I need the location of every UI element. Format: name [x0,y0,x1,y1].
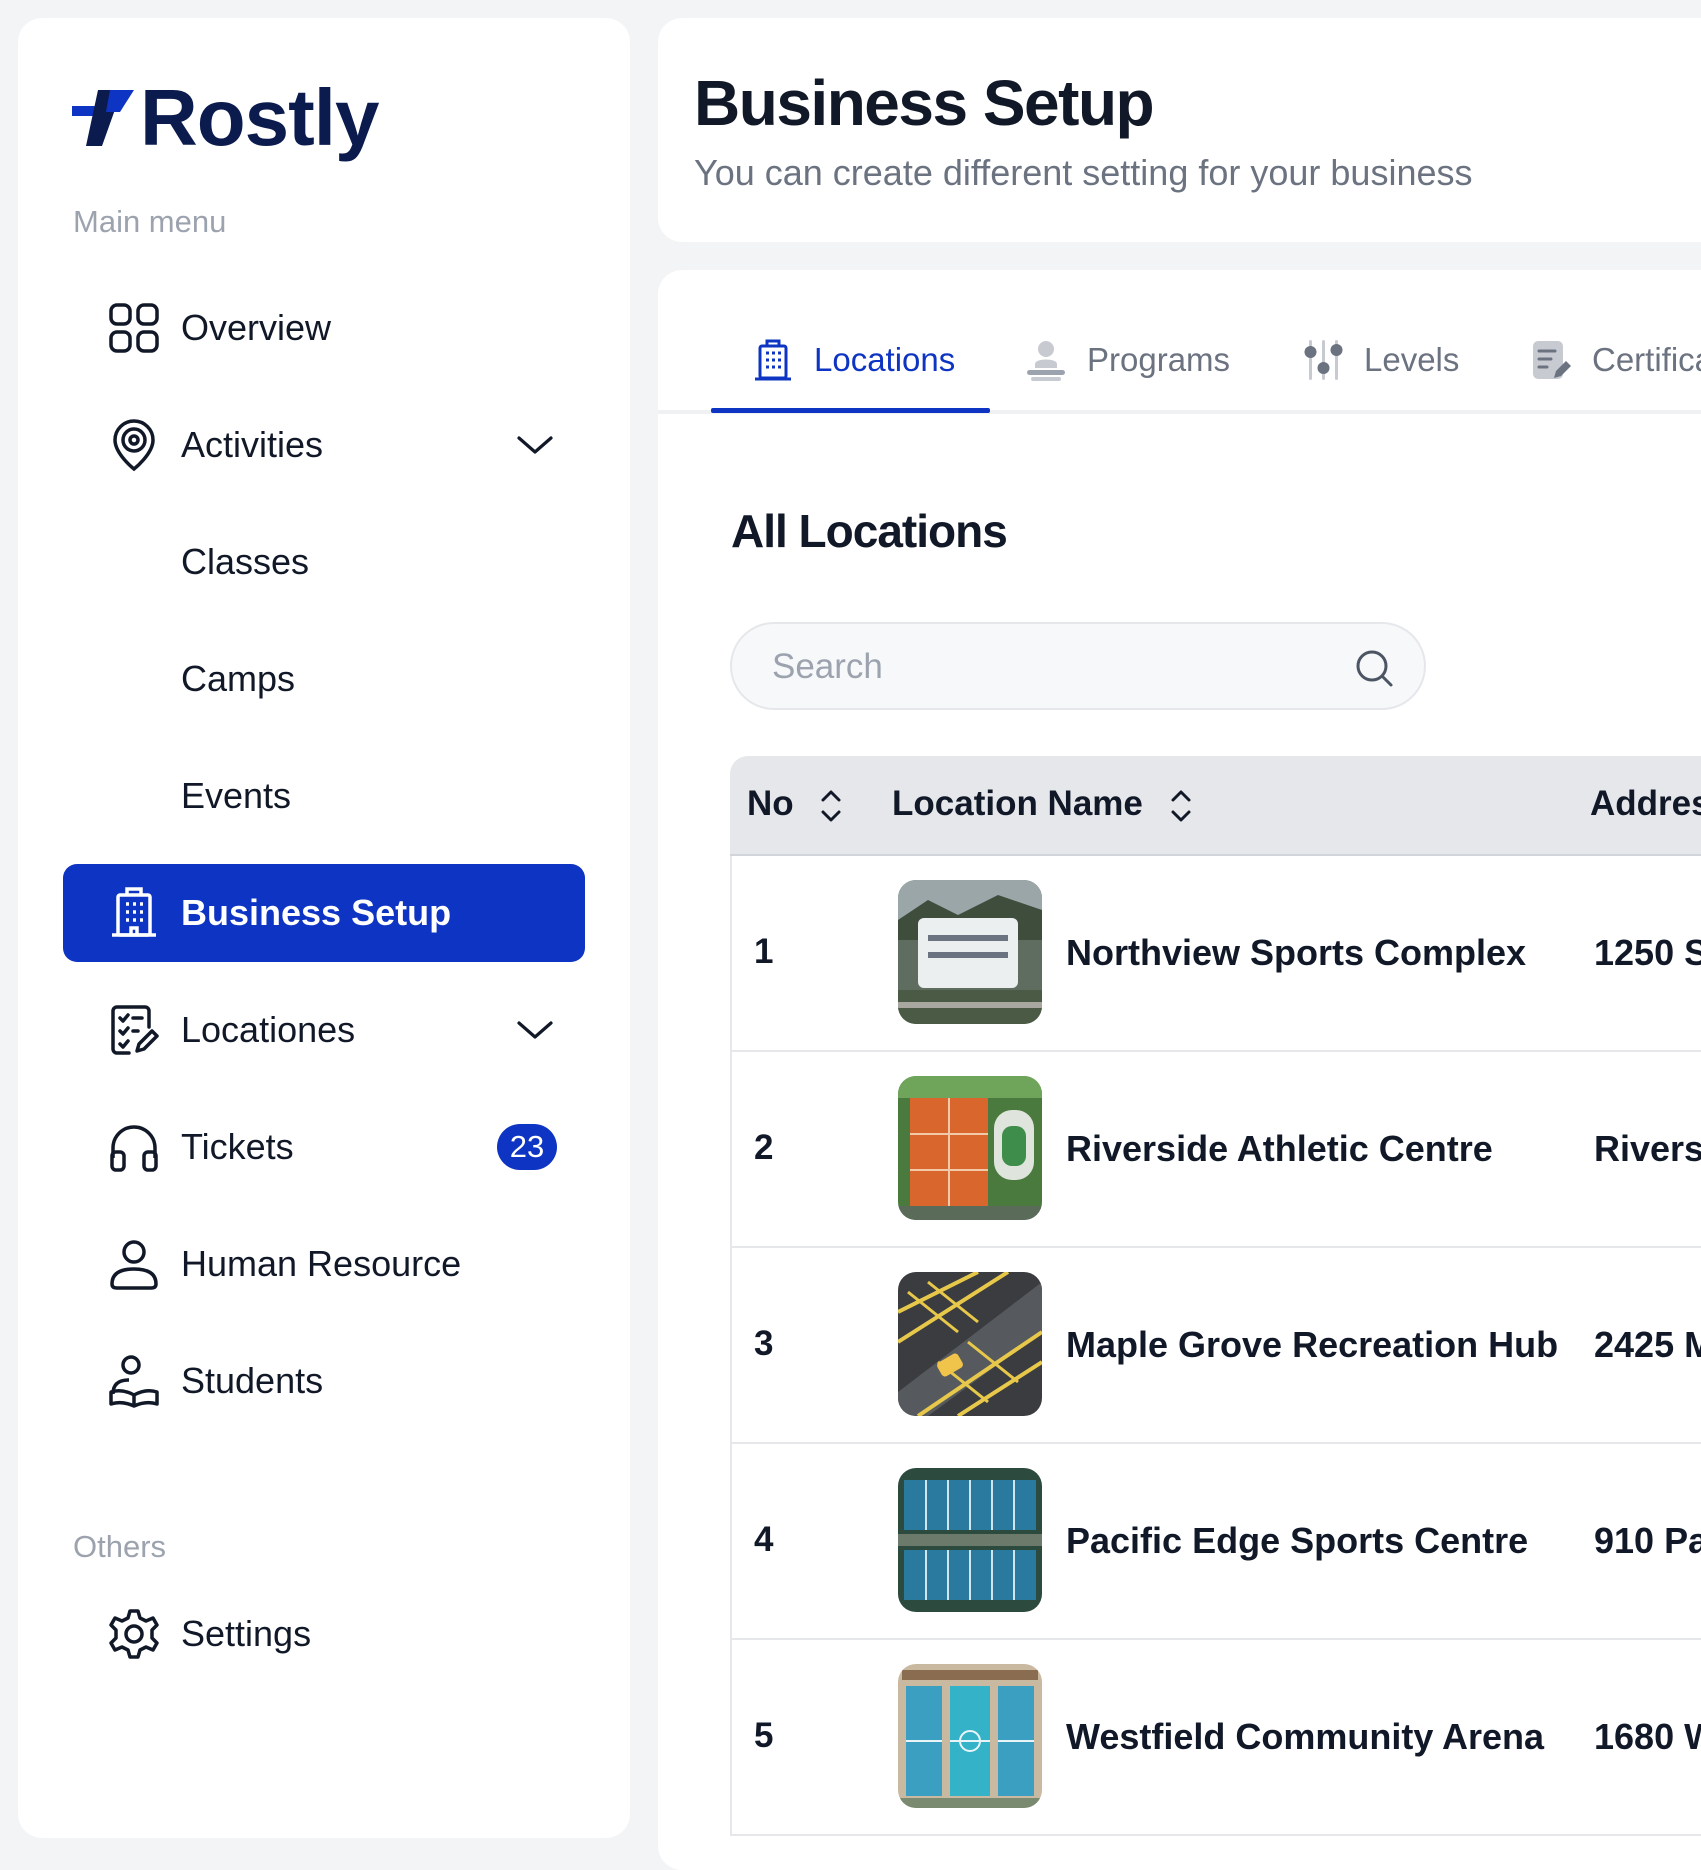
sidebar-item-tickets[interactable]: Tickets 23 [63,1098,585,1196]
column-header-no[interactable]: No [747,784,794,824]
search-box [730,622,1426,710]
target-pin-icon [113,419,155,472]
sidebar-item-overview[interactable]: Overview [63,279,585,377]
programs-icon [1027,341,1065,381]
column-header-address[interactable]: Address [1590,784,1701,824]
section-title: All Locations [731,505,1008,557]
levels-icon [1304,340,1343,380]
page-subtitle: You can create different setting for you… [694,152,1473,193]
sidebar: Rostly Main menu Overview Activities Cla… [18,18,630,1838]
tab-label: Programs [1087,341,1231,378]
tab-label: Locations [814,341,956,378]
certificate-icon [1533,341,1571,379]
sidebar-item-human-resource[interactable]: Human Resource [63,1215,585,1313]
sort-icon[interactable] [1166,786,1196,826]
sidebar-item-students[interactable]: Students [63,1332,585,1430]
others-label: Others [73,1529,167,1564]
sidebar-item-activities[interactable]: Activities [63,396,585,494]
location-photo [898,1076,1042,1220]
sidebar-item-label: Settings [181,1613,312,1654]
tab-certificates[interactable]: Certificates [1530,310,1701,410]
sidebar-item-label: Camps [181,658,296,699]
search-icon[interactable] [1354,648,1394,688]
location-name: Riverside Athletic Centre [1066,1128,1493,1169]
sidebar-item-label: Locationes [181,1009,356,1050]
sidebar-item-label: Classes [181,541,310,582]
table-row[interactable]: 2 Riverside Athletic Centre Rivers [730,1052,1701,1248]
table-row[interactable]: 4 Pacific Edge Sports Centre 910 Pa [730,1444,1701,1640]
table-header: No Location Name Address [730,756,1701,856]
sidebar-item-classes[interactable]: Classes [63,513,585,611]
table-row[interactable]: 3 Maple Grove Recreation Hub 2425 M [730,1248,1701,1444]
tab-label: Certificates [1592,341,1701,378]
grid-icon [109,303,159,353]
row-number: 1 [754,932,774,971]
brand-logo[interactable]: Rostly [72,70,379,166]
sidebar-item-label: Events [181,775,292,816]
checklist-icon [111,1005,159,1055]
sort-icon[interactable] [816,786,846,826]
students-icon [109,1355,159,1408]
sidebar-item-locationes[interactable]: Locationes [63,981,585,1079]
tab-levels[interactable]: Levels [1302,310,1459,410]
page-title: Business Setup [694,67,1155,139]
location-address: 1250 S [1594,932,1701,973]
location-address: 2425 M [1594,1324,1701,1365]
row-number: 2 [754,1128,774,1167]
rostly-logo-icon [72,90,134,146]
sidebar-item-business-setup[interactable]: Business Setup [63,864,585,962]
building-icon [755,339,791,381]
row-number: 4 [754,1520,774,1559]
location-name: Maple Grove Recreation Hub [1066,1324,1559,1365]
location-name: Northview Sports Complex [1066,932,1527,973]
row-number: 5 [754,1716,774,1755]
table-row[interactable]: 1 Northview Sports Complex 1250 S [730,856,1701,1052]
location-name: Pacific Edge Sports Centre [1066,1520,1529,1561]
locations-panel: Locations Programs Levels Certific All L… [658,270,1701,1870]
location-name: Westfield Community Arena [1066,1716,1545,1757]
sidebar-item-label: Business Setup [181,892,452,933]
sidebar-item-label: Students [181,1360,324,1401]
row-number: 3 [754,1324,774,1363]
gear-icon [109,1609,159,1659]
sidebar-item-label: Activities [181,424,324,465]
search-input[interactable] [772,644,1332,690]
location-address: 910 Pa [1594,1520,1701,1561]
tab-label: Levels [1364,341,1460,378]
chevron-down-icon[interactable] [515,425,555,465]
location-photo [898,880,1042,1024]
location-photo [898,1664,1042,1808]
sidebar-item-label: Overview [181,307,332,348]
location-photo [898,1468,1042,1612]
tab-locations[interactable]: Locations [752,310,955,410]
sidebar-item-label: Tickets [181,1126,294,1167]
sidebar-item-settings[interactable]: Settings [63,1585,585,1683]
brand-name: Rostly [140,73,379,162]
page-header: Business Setup You can create different … [658,18,1701,242]
location-address: 1680 W [1594,1716,1701,1757]
table-row[interactable]: 5 Westfield Community Arena 1680 W [730,1640,1701,1836]
location-photo [898,1272,1042,1416]
column-header-location-name[interactable]: Location Name [892,784,1143,824]
sidebar-item-camps[interactable]: Camps [63,630,585,728]
sidebar-item-events[interactable]: Events [63,747,585,845]
tab-programs[interactable]: Programs [1025,310,1230,410]
location-address: Rivers [1594,1128,1701,1169]
chevron-down-icon[interactable] [515,1010,555,1050]
building-icon [112,887,156,937]
sidebar-item-label: Human Resource [181,1243,462,1284]
tickets-count-badge: 23 [497,1124,557,1170]
user-icon [110,1240,158,1290]
locations-table: No Location Name Address 1 Northv [730,756,1701,1836]
tab-bar: Locations Programs Levels Certific [658,270,1701,414]
main-menu-label: Main menu [73,204,227,239]
headphones-icon [110,1125,158,1172]
active-tab-indicator [711,408,990,413]
